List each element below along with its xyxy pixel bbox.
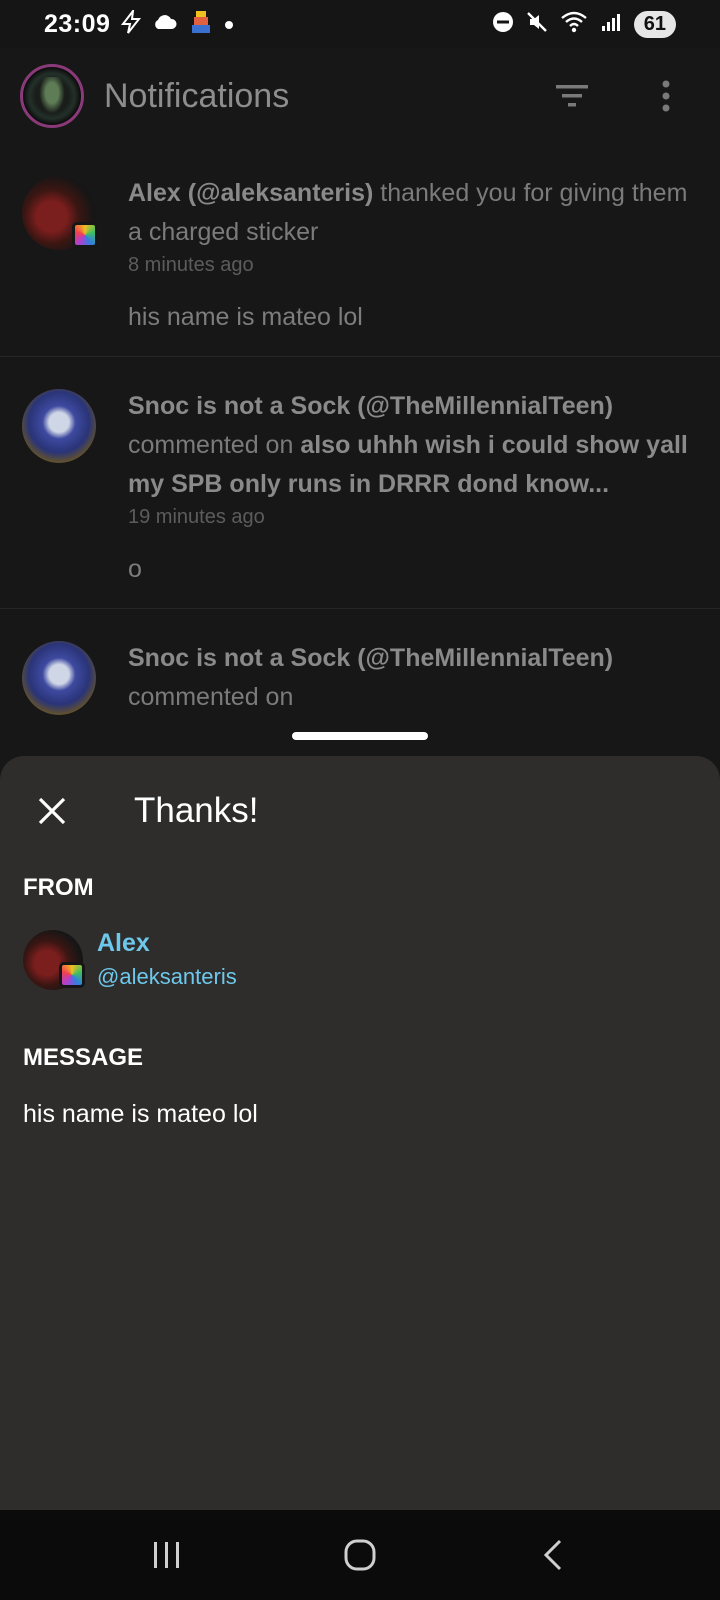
sender-name[interactable]: Alex — [97, 926, 237, 960]
notification-user: Alex (@aleksanteris) — [128, 179, 374, 207]
notification-user: Snoc is not a Sock (@TheMillennialTeen) — [128, 644, 614, 672]
app-bar: Notifications — [0, 48, 720, 144]
more-options-icon[interactable] — [646, 76, 686, 116]
game-sprite-icon — [188, 9, 214, 39]
system-nav-bar — [0, 1510, 720, 1600]
status-time: 23:09 — [44, 9, 111, 38]
signal-icon — [600, 11, 622, 38]
sheet-drag-handle[interactable] — [292, 732, 428, 740]
notification-action: commented on — [128, 683, 294, 711]
notification-headline: Alex (@aleksanteris) thanked you for giv… — [128, 174, 700, 252]
cloud-icon — [152, 13, 178, 35]
sender-handle[interactable]: @aleksanteris — [97, 960, 237, 994]
back-icon[interactable] — [523, 1525, 583, 1585]
notification-user: Snoc is not a Sock (@TheMillennialTeen) — [128, 392, 614, 420]
notification-item[interactable]: Snoc is not a Sock (@TheMillennialTeen) … — [0, 357, 720, 609]
notification-body: o — [128, 555, 142, 583]
sheet-title: Thanks! — [134, 791, 259, 830]
filter-icon[interactable] — [552, 76, 592, 116]
bolt-icon — [120, 7, 142, 38]
mute-icon — [526, 11, 548, 38]
notification-item[interactable]: Alex (@aleksanteris) thanked you for giv… — [0, 144, 720, 357]
avatar — [22, 641, 96, 715]
notification-time: 19 minutes ago — [128, 506, 265, 528]
notification-dot-icon — [224, 14, 234, 34]
notification-item[interactable]: Snoc is not a Sock (@TheMillennialTeen) … — [0, 609, 720, 741]
close-icon[interactable] — [30, 789, 74, 833]
from-label: FROM — [23, 874, 94, 901]
notification-action: commented on — [128, 431, 301, 459]
page-title: Notifications — [104, 76, 290, 115]
battery-indicator: 61 — [633, 10, 676, 38]
avatar — [22, 389, 96, 463]
notification-headline: Snoc is not a Sock (@TheMillennialTeen) … — [128, 387, 700, 504]
home-icon[interactable] — [330, 1525, 390, 1585]
dnd-icon — [492, 11, 514, 38]
message-label: MESSAGE — [23, 1044, 144, 1071]
thanks-sheet: Thanks! FROM Alex @aleksanteris MESSAGE … — [0, 756, 720, 1510]
notification-body: his name is mateo lol — [128, 303, 363, 331]
wifi-icon — [560, 11, 588, 38]
recents-icon[interactable] — [137, 1525, 197, 1585]
message-text: his name is mateo lol — [23, 1100, 258, 1128]
status-bar: 23:09 61 — [0, 0, 720, 48]
notification-headline: Snoc is not a Sock (@TheMillennialTeen) … — [128, 639, 700, 717]
profile-avatar[interactable] — [20, 64, 84, 128]
notification-time: 8 minutes ago — [128, 254, 254, 276]
avatar — [22, 176, 98, 250]
sender-profile[interactable]: Alex @aleksanteris — [0, 926, 720, 994]
avatar[interactable] — [23, 930, 85, 990]
